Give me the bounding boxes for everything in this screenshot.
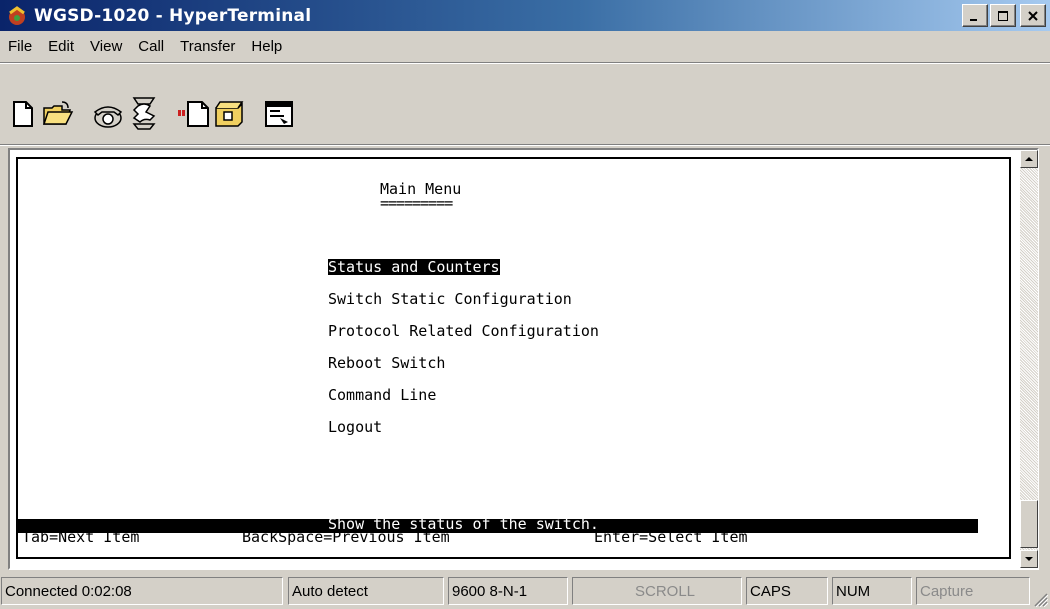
call-button[interactable]: [92, 100, 124, 130]
title-bar[interactable]: WGSD-1020 - HyperTerminal: [0, 0, 1050, 31]
receive-file-icon: [215, 101, 244, 127]
menu-item-reboot-switch[interactable]: Reboot Switch: [328, 355, 445, 371]
status-bar: Connected 0:02:08 Auto detect 9600 8-N-1…: [0, 573, 1050, 609]
scrollbar-thumb[interactable]: [1020, 500, 1038, 548]
toolbar: [0, 64, 1050, 144]
new-document-icon: [13, 101, 33, 127]
close-icon: [1028, 10, 1038, 21]
scroll-up-button[interactable]: [1020, 150, 1038, 168]
new-connection-button[interactable]: [10, 100, 36, 128]
menu-call[interactable]: Call: [130, 38, 172, 55]
menu-file[interactable]: File: [0, 38, 40, 55]
terminal-hint-tab: Tab=Next Item: [22, 528, 140, 546]
vertical-scrollbar[interactable]: [1020, 150, 1038, 568]
status-port-settings: 9600 8-N-1: [448, 577, 568, 605]
menu-item-switch-static-configuration[interactable]: Switch Static Configuration: [328, 291, 572, 307]
menu-item-logout[interactable]: Logout: [328, 419, 382, 435]
status-detect: Auto detect: [288, 577, 444, 605]
hyperterminal-app-icon[interactable]: [6, 5, 28, 27]
maximize-button[interactable]: [990, 4, 1016, 27]
toolbar-separator: [0, 144, 1050, 146]
menu-item-command-line[interactable]: Command Line: [328, 387, 436, 403]
menu-item-status-and-counters[interactable]: Status and Counters: [328, 259, 500, 275]
window-title: WGSD-1020 - HyperTerminal: [34, 5, 312, 26]
scroll-down-button[interactable]: [1020, 550, 1038, 568]
properties-button[interactable]: [262, 98, 296, 130]
terminal-screen[interactable]: Main Menu ========= Status and Counters …: [16, 157, 1011, 559]
menu-transfer[interactable]: Transfer: [172, 38, 243, 55]
open-folder-icon: [42, 101, 74, 125]
disconnect-button[interactable]: [128, 96, 160, 130]
status-scroll: SCROLL: [572, 577, 742, 605]
resize-grip-icon[interactable]: [1032, 591, 1048, 607]
menu-bar: File Edit View Call Transfer Help: [0, 32, 1050, 60]
menu-view[interactable]: View: [82, 38, 130, 55]
terminal-hint-enter: Enter=Select Item: [594, 528, 748, 546]
status-num: NUM: [832, 577, 912, 605]
disconnect-phone-icon: [132, 97, 156, 130]
open-button[interactable]: [42, 100, 74, 128]
terminal-hint-backspace: BackSpace=Previous Item: [242, 528, 450, 546]
send-file-icon: [178, 101, 209, 127]
receive-button[interactable]: [212, 98, 246, 130]
maximize-icon: [998, 10, 1008, 21]
menu-item-protocol-related-configuration[interactable]: Protocol Related Configuration: [328, 323, 599, 339]
status-capture: Capture: [916, 577, 1030, 605]
properties-icon: [265, 101, 293, 127]
menu-help[interactable]: Help: [243, 38, 290, 55]
arrow-down-icon: [1025, 557, 1033, 561]
menu-edit[interactable]: Edit: [40, 38, 82, 55]
minimize-button[interactable]: [962, 4, 988, 27]
terminal-menu-underline: =========: [380, 194, 453, 212]
close-button[interactable]: [1020, 4, 1046, 27]
dial-phone-icon: [93, 106, 123, 128]
send-button[interactable]: [176, 100, 210, 128]
arrow-up-icon: [1025, 157, 1033, 161]
status-caps: CAPS: [746, 577, 828, 605]
minimize-icon: [970, 18, 977, 21]
status-connected: Connected 0:02:08: [1, 577, 283, 605]
